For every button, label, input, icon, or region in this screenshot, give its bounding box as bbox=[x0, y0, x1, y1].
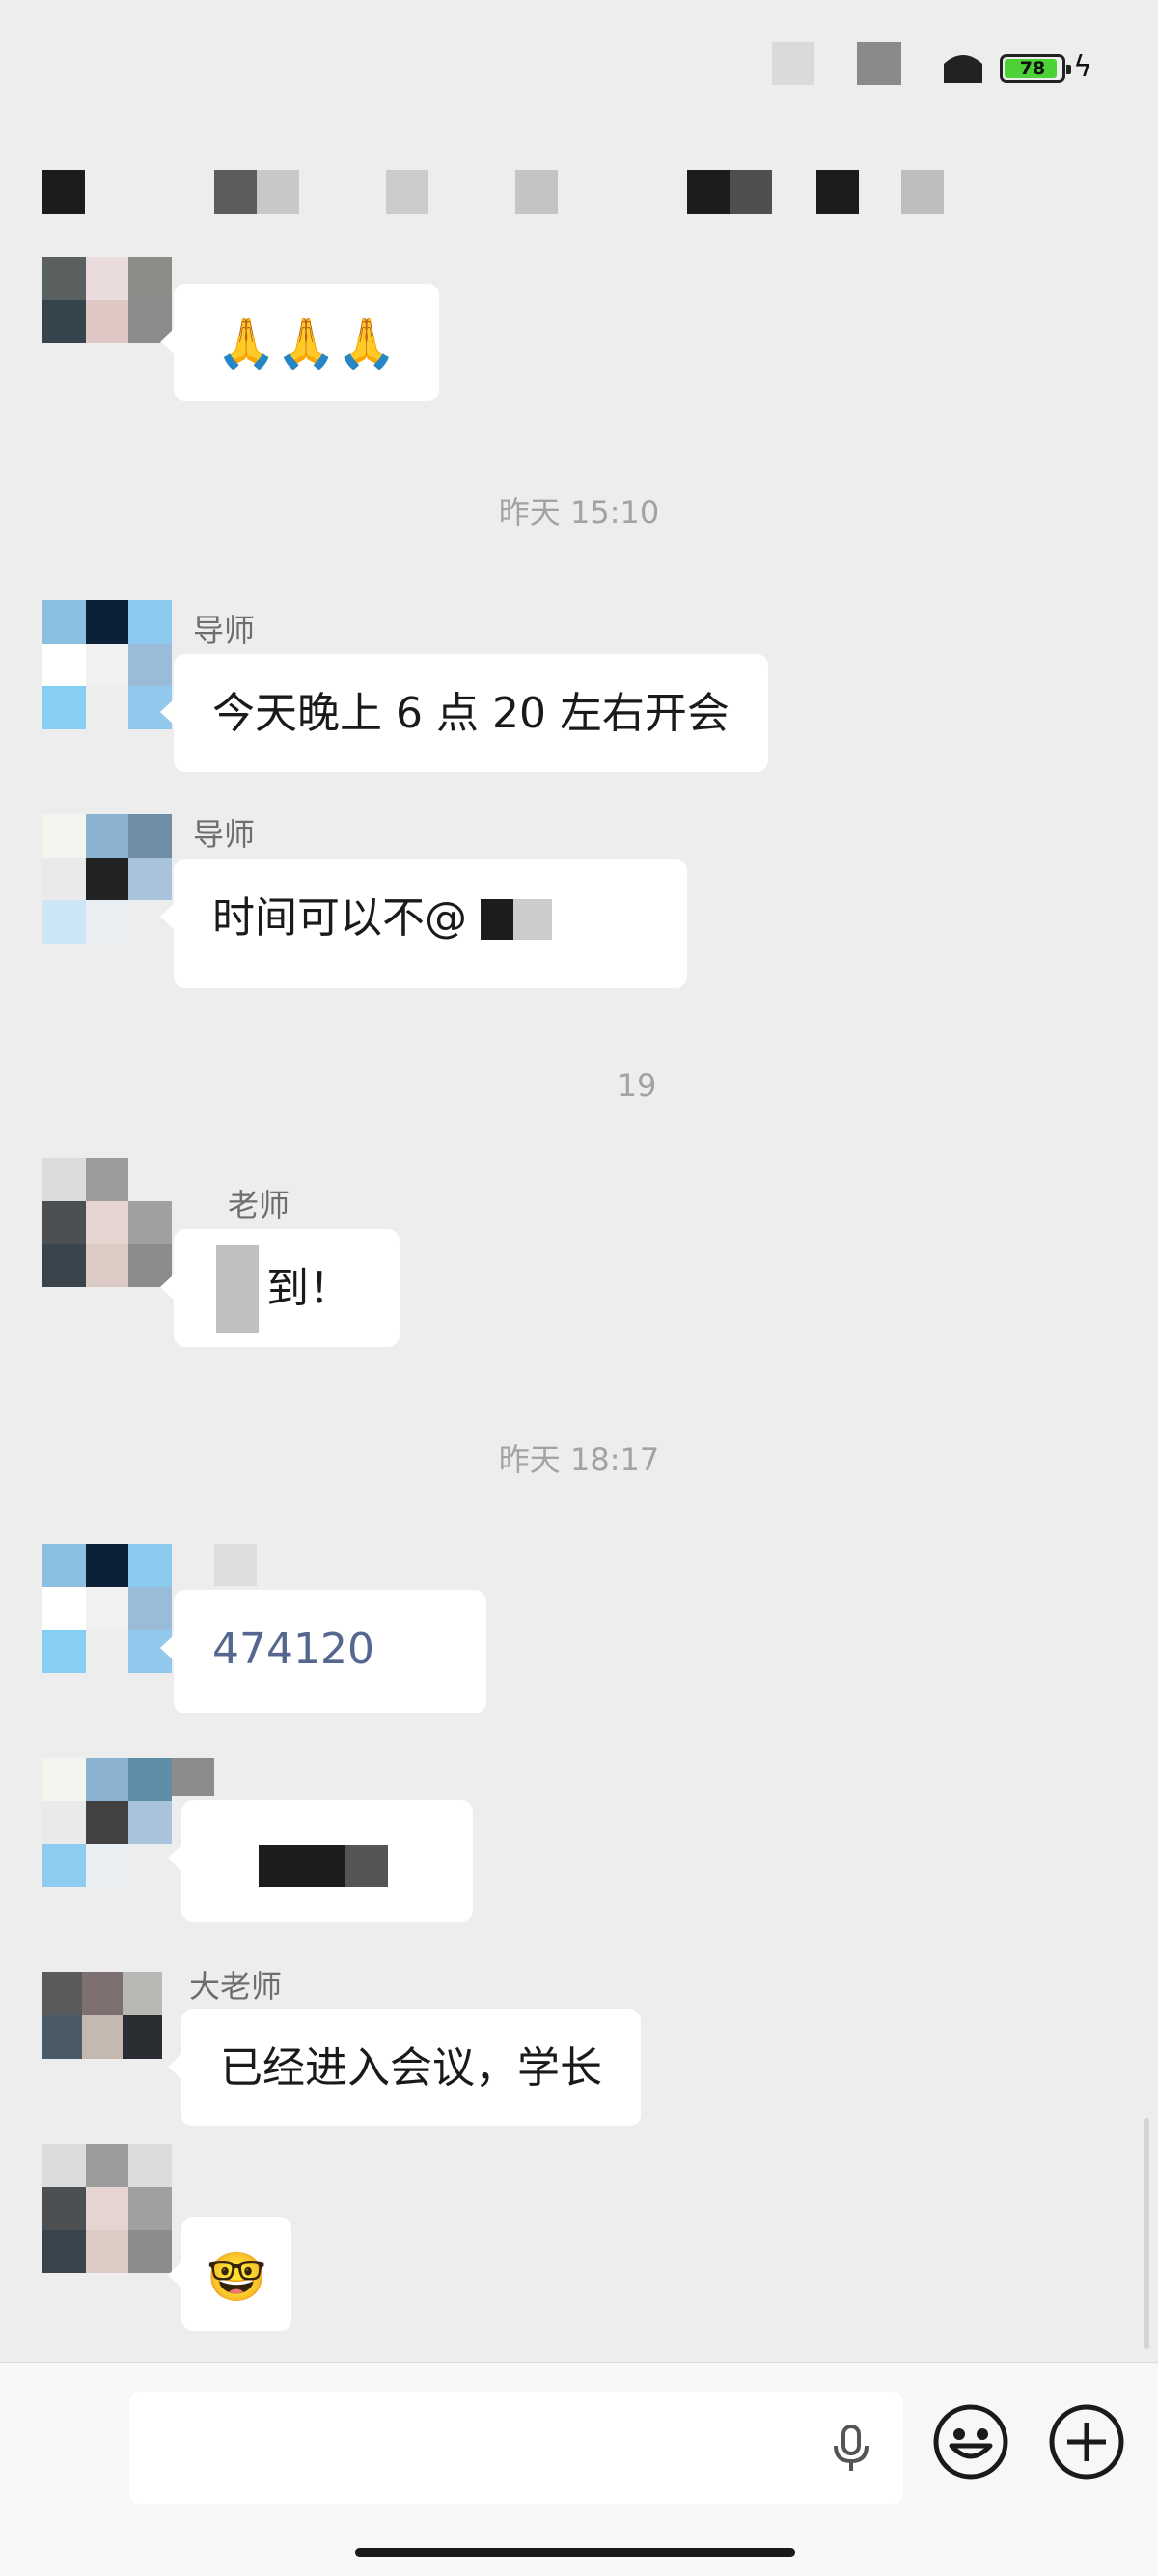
message-text: 到！ bbox=[266, 1264, 351, 1313]
sender-name: 导师 bbox=[193, 612, 256, 648]
message-bubble[interactable]: 到！ bbox=[160, 1229, 400, 1347]
message-bubble[interactable]: 时间可以不@ bbox=[160, 859, 687, 988]
mention-obscured bbox=[481, 899, 513, 940]
message-bubble[interactable] bbox=[168, 1800, 473, 1922]
avatar[interactable] bbox=[42, 257, 172, 386]
message-text: 已经进入会议，学长 bbox=[220, 2043, 602, 2093]
mention-obscured bbox=[513, 899, 552, 940]
timestamp: 昨天 18:17 bbox=[498, 1441, 660, 1478]
meeting-id-link[interactable]: 474120 bbox=[212, 1625, 374, 1674]
home-indicator[interactable] bbox=[355, 2548, 795, 2557]
message-text: 今天晚上 6 点 20 左右开会 bbox=[212, 689, 730, 738]
status-icon-blurred bbox=[857, 42, 901, 85]
avatar[interactable] bbox=[42, 1158, 172, 1287]
timestamp: 19 bbox=[617, 1067, 657, 1104]
message-text: 时间可以不@ bbox=[212, 893, 467, 943]
message-bubble[interactable]: 🙏🙏🙏 bbox=[160, 284, 439, 401]
avatar[interactable] bbox=[42, 814, 172, 944]
sender-name: 大老师 bbox=[189, 1968, 283, 2005]
sender-name: 导师 bbox=[193, 816, 256, 853]
chat-screen: 78 ϟ 🙏🙏🙏 昨天 15:10 导师 今天晚上 6 点 20 左右开会 导师… bbox=[0, 0, 1158, 2576]
status-icon-blurred bbox=[772, 42, 814, 85]
message-bubble[interactable]: 已经进入会议，学长 bbox=[168, 2009, 641, 2126]
avatar[interactable] bbox=[42, 1544, 172, 1673]
status-bar: 78 ϟ bbox=[0, 0, 1158, 135]
pray-emoji: 🙏🙏🙏 bbox=[216, 315, 397, 371]
content-obscured bbox=[259, 1845, 345, 1887]
timestamp: 昨天 15:10 bbox=[498, 494, 660, 531]
sender-obscured bbox=[214, 1544, 257, 1586]
bolt-icon: ϟ bbox=[1073, 50, 1092, 84]
avatar[interactable] bbox=[42, 600, 172, 729]
message-bubble[interactable]: 474120 bbox=[160, 1590, 486, 1713]
battery-level: 78 bbox=[1019, 58, 1046, 79]
content-obscured bbox=[345, 1845, 388, 1887]
avatar[interactable] bbox=[42, 1972, 162, 2059]
battery-icon: 78 bbox=[1000, 54, 1071, 83]
message-bubble[interactable]: 今天晚上 6 点 20 左右开会 bbox=[160, 654, 768, 772]
input-bar bbox=[0, 2362, 1158, 2576]
sender-obscured bbox=[172, 1758, 214, 1796]
plus-circle-icon[interactable] bbox=[1048, 2403, 1125, 2480]
content-obscured bbox=[216, 1245, 259, 1333]
avatar[interactable] bbox=[42, 1758, 172, 1887]
scrollbar[interactable] bbox=[1144, 2118, 1149, 2349]
avatar[interactable] bbox=[42, 2144, 172, 2273]
nerd-emoji: 🤓 bbox=[207, 2249, 267, 2305]
message-bubble[interactable]: 🤓 bbox=[167, 2217, 292, 2331]
smiley-icon[interactable] bbox=[932, 2403, 1009, 2480]
sender-name: 老师 bbox=[228, 1187, 290, 1223]
microphone-icon[interactable] bbox=[824, 2421, 878, 2475]
wifi-icon bbox=[944, 55, 982, 83]
message-input[interactable] bbox=[129, 2392, 903, 2504]
